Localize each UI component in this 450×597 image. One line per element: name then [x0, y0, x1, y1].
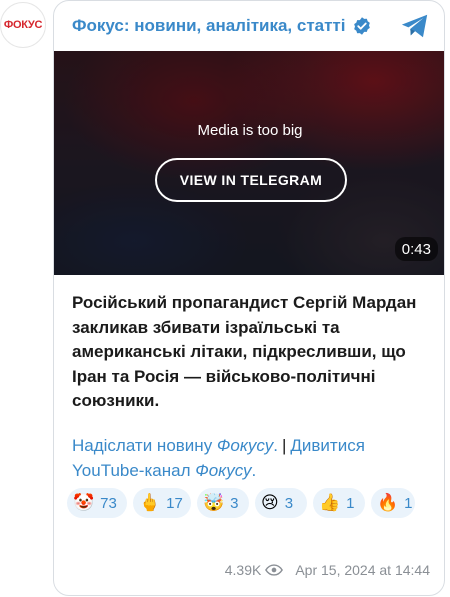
view-in-telegram-button[interactable]: VIEW IN TELEGRAM — [155, 158, 347, 202]
youtube-link-suffix: . — [251, 461, 257, 480]
verified-icon — [353, 17, 370, 35]
reaction-count: 17 — [166, 494, 183, 512]
reaction-crying[interactable]: 😢 3 — [255, 488, 307, 518]
fire-icon: 🔥 — [377, 492, 399, 513]
eye-icon — [265, 564, 284, 576]
reaction-count: 1 — [404, 494, 413, 512]
reaction-fire[interactable]: 🔥 1 — [371, 488, 415, 518]
link-separator: | — [281, 436, 287, 455]
reaction-middle-finger[interactable]: 🖕 17 — [133, 488, 191, 518]
send-news-link[interactable]: Надіслати новину Фокусу — [72, 436, 273, 455]
middle-finger-icon: 🖕 — [139, 492, 161, 513]
message-card: Фокус: новини, аналітика, статті Media i… — [53, 0, 445, 596]
video-preview[interactable]: Media is too big VIEW IN TELEGRAM 0:43 — [54, 51, 444, 275]
send-news-link-text: Надіслати новину — [72, 436, 217, 455]
message-date[interactable]: Apr 15, 2024 at 14:44 — [295, 562, 430, 578]
reaction-exploding-head[interactable]: 🤯 3 — [197, 488, 249, 518]
youtube-link-italic: Фокусу — [195, 461, 252, 480]
video-duration: 0:43 — [394, 237, 438, 261]
reaction-count: 3 — [230, 494, 239, 512]
reaction-count: 73 — [100, 494, 117, 512]
clown-face-icon: 🤡 — [73, 492, 95, 513]
crying-face-icon: 😢 — [261, 492, 279, 513]
message-header: Фокус: новини, аналітика, статті — [54, 1, 444, 51]
message-links: Надіслати новину Фокусу. | Дивитися YouTub… — [72, 433, 432, 483]
view-count: 4.39K — [224, 562, 262, 578]
reaction-clown[interactable]: 🤡 73 — [67, 488, 127, 518]
channel-avatar[interactable]: ФОКУС — [0, 2, 46, 48]
thumbs-up-icon: 👍 — [319, 492, 341, 513]
avatar-logo-text: ФОКУС — [3, 19, 43, 31]
reactions-bar: 🤡 73 🖕 17 🤯 3 😢 3 👍 1 🔥 1 — [67, 488, 437, 518]
reaction-count: 3 — [284, 494, 294, 512]
reaction-count: 1 — [346, 494, 355, 512]
media-too-big-note: Media is too big — [197, 122, 303, 139]
channel-title[interactable]: Фокус: новини, аналітика, статті — [72, 16, 346, 36]
telegram-icon[interactable] — [400, 12, 430, 40]
message-text: Російський пропагандист Сергій Мардан за… — [72, 293, 417, 410]
send-news-link-italic: Фокусу — [216, 436, 274, 455]
reaction-thumbs-up[interactable]: 👍 1 — [313, 488, 365, 518]
message-footer: 4.39K Apr 15, 2024 at 14:44 — [225, 562, 430, 578]
exploding-head-icon: 🤯 — [203, 492, 225, 513]
